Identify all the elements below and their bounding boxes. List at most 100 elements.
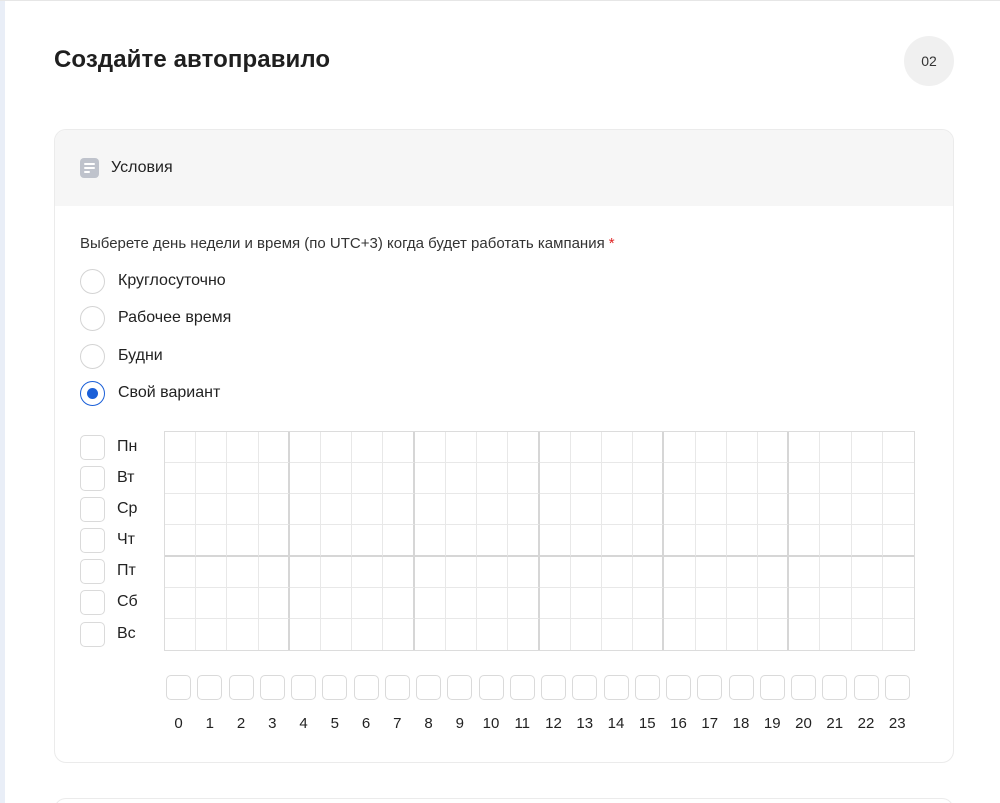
schedule-cell[interactable] [508,556,540,588]
schedule-cell[interactable] [789,432,821,464]
schedule-cell[interactable] [165,432,197,464]
schedule-cell[interactable] [508,494,540,526]
hour-checkbox[interactable] [822,675,848,700]
schedule-cell[interactable] [789,525,821,557]
schedule-cell[interactable] [477,587,509,619]
schedule-cell[interactable] [852,618,883,650]
schedule-cell[interactable] [571,618,602,650]
radio-button[interactable] [80,305,105,331]
schedule-cell[interactable] [601,556,634,588]
schedule-cell[interactable] [570,556,602,588]
schedule-cell[interactable] [414,525,446,557]
schedule-cell[interactable] [415,618,446,650]
schedule-cell[interactable] [695,556,727,588]
schedule-cell[interactable] [664,494,696,526]
schedule-cell[interactable] [352,432,384,464]
schedule-cell[interactable] [352,618,384,650]
schedule-cell[interactable] [196,525,228,557]
schedule-cell[interactable] [851,432,883,464]
hour-checkbox[interactable] [791,675,816,700]
hour-checkbox[interactable] [572,675,598,700]
day-checkbox[interactable] [80,465,105,491]
schedule-cell[interactable] [383,587,415,619]
schedule-cell[interactable] [383,432,415,464]
schedule-cell[interactable] [289,494,322,526]
schedule-cell[interactable] [820,525,852,557]
schedule-cell[interactable] [539,432,571,464]
schedule-cell[interactable] [165,525,197,557]
schedule-cell[interactable] [258,525,290,557]
schedule-cell[interactable] [601,587,634,619]
schedule-cell[interactable] [414,556,446,588]
schedule-cell[interactable] [882,557,914,588]
schedule-cell[interactable] [289,525,322,557]
hour-checkbox[interactable] [166,675,191,700]
schedule-cell[interactable] [633,618,665,650]
schedule-cell[interactable] [445,432,478,464]
schedule-cell[interactable] [383,463,415,495]
hour-checkbox[interactable] [697,675,723,700]
schedule-cell[interactable] [570,587,602,619]
schedule-cell[interactable] [633,463,665,495]
schedule-cell[interactable] [196,556,228,588]
schedule-cell[interactable] [570,432,602,464]
schedule-cell[interactable] [445,556,478,588]
schedule-cell[interactable] [414,587,446,619]
schedule-cell[interactable] [633,587,665,619]
schedule-grid[interactable] [164,431,915,651]
day-checkbox[interactable] [80,558,105,584]
schedule-cell[interactable] [508,432,540,464]
schedule-cell[interactable] [882,525,914,557]
hour-checkbox[interactable] [416,675,441,700]
schedule-cell[interactable] [726,494,758,526]
schedule-cell[interactable] [165,556,197,588]
schedule-cell[interactable] [570,463,602,495]
schedule-cell[interactable] [820,432,852,464]
schedule-cell[interactable] [695,525,727,557]
schedule-cell[interactable] [227,494,259,526]
hour-checkbox[interactable] [259,675,285,700]
day-checkbox[interactable] [80,527,105,553]
schedule-cell[interactable] [227,463,259,495]
hour-checkbox[interactable] [384,675,410,700]
schedule-cell[interactable] [882,588,914,619]
schedule-cell[interactable] [227,587,259,619]
schedule-cell[interactable] [539,556,571,588]
schedule-cell[interactable] [508,463,540,495]
schedule-cell[interactable] [664,556,696,588]
schedule-cell[interactable] [259,618,290,650]
schedule-cell[interactable] [352,587,384,619]
schedule-cell[interactable] [445,587,478,619]
schedule-cell[interactable] [227,618,259,650]
schedule-cell[interactable] [664,463,696,495]
schedule-cell[interactable] [695,463,727,495]
hour-checkbox[interactable] [853,675,879,700]
schedule-cell[interactable] [726,432,758,464]
schedule-cell[interactable] [477,556,509,588]
schedule-cell[interactable] [570,494,602,526]
schedule-cell[interactable] [601,494,634,526]
schedule-cell[interactable] [289,556,322,588]
schedule-cell[interactable] [851,463,883,495]
schedule-cell[interactable] [727,618,758,650]
schedule-cell[interactable] [882,432,914,464]
schedule-cell[interactable] [196,618,228,650]
schedule-cell[interactable] [664,432,696,464]
hour-checkbox[interactable] [603,675,629,700]
schedule-cell[interactable] [539,494,571,526]
day-checkbox[interactable] [80,434,105,460]
hour-checkbox[interactable] [884,675,910,700]
schedule-cell[interactable] [165,494,197,526]
schedule-cell[interactable] [758,618,790,650]
schedule-cell[interactable] [321,556,353,588]
schedule-cell[interactable] [477,494,509,526]
radio-button[interactable] [80,268,105,294]
radio-button[interactable] [80,343,105,369]
schedule-cell[interactable] [820,587,852,619]
schedule-cell[interactable] [633,525,665,557]
hour-checkbox[interactable] [478,675,504,700]
schedule-cell[interactable] [477,463,509,495]
schedule-cell[interactable] [477,525,509,557]
schedule-cell[interactable] [352,556,384,588]
schedule-cell[interactable] [539,463,571,495]
